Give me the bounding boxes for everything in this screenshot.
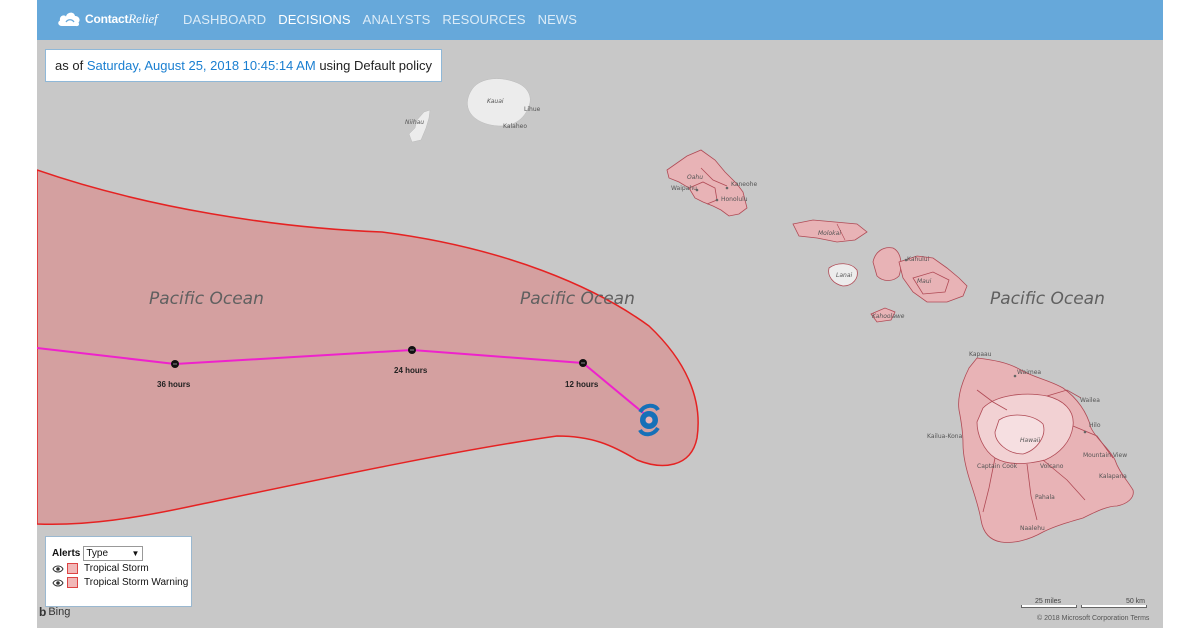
bing-b-icon: b: [39, 605, 47, 619]
dropdown-arrow-icon: ▼: [131, 549, 140, 558]
scale-miles-bar: [1021, 605, 1077, 608]
island-label-hawaii: Hawaii: [1020, 437, 1041, 444]
place-label: Kalapana: [1099, 473, 1127, 480]
place-label: Mountain View: [1083, 452, 1128, 459]
island-label-niihau: Niihau: [405, 119, 425, 126]
main-nav: DASHBOARD DECISIONS ANALYSTS RESOURCES N…: [183, 12, 589, 27]
as-of-prefix: as of: [55, 58, 84, 73]
legend-item-label: Tropical Storm: [84, 563, 149, 574]
place-label: Pahala: [1035, 494, 1055, 501]
bing-logo-text: Bing: [48, 606, 71, 618]
island-label-molokai: Molokai: [818, 230, 842, 237]
place-label: Captain Cook: [977, 463, 1018, 470]
scale-miles-label: 25 miles: [1034, 598, 1062, 605]
scale-km-bar: [1081, 605, 1147, 608]
nav-news[interactable]: NEWS: [538, 12, 577, 27]
track-label-12h: 12 hours: [565, 380, 599, 389]
copyright-text: © 2018 Microsoft Corporation: [1037, 615, 1129, 622]
alert-type-select[interactable]: Type ▼: [83, 546, 144, 561]
eye-icon[interactable]: [52, 578, 64, 588]
alerts-legend: Alerts Type ▼ Tropical Storm Tropical St…: [45, 536, 192, 607]
legend-item: Tropical Storm Warning: [52, 577, 188, 588]
island-niihau: [408, 109, 431, 143]
place-label: Naalehu: [1020, 525, 1045, 532]
nav-analysts[interactable]: ANALYSTS: [363, 12, 431, 27]
place-label: Volcano: [1040, 463, 1064, 470]
app-logo[interactable]: ContactRelief: [57, 10, 158, 28]
place-label: Honolulu: [721, 196, 748, 203]
place-label: Waipahu: [671, 185, 697, 192]
eye-icon[interactable]: [52, 564, 64, 574]
scale-bar-miles: 25 miles: [1021, 598, 1077, 608]
ocean-label: Pacific Ocean: [990, 289, 1105, 309]
map-copyright: © 2018 Microsoft Corporation Terms: [1037, 615, 1149, 622]
tropical-storm-swatch: [67, 563, 78, 574]
app-window: ContactRelief DASHBOARD DECISIONS ANALYS…: [37, 0, 1163, 628]
place-label: Kalaheo: [503, 123, 528, 130]
nav-dashboard[interactable]: DASHBOARD: [183, 12, 266, 27]
place-label: Kaneohe: [731, 181, 758, 188]
island-label-kahoolawe: Kahoolawe: [872, 313, 905, 320]
map-canvas[interactable]: Pacific Ocean Pacific Ocean Pacific Ocea…: [37, 40, 1163, 628]
alert-type-select-value: Type: [86, 548, 109, 559]
storm-forecast-cone[interactable]: [37, 169, 699, 526]
island-label-maui: Maui: [917, 278, 932, 285]
place-label: Waimea: [1017, 369, 1042, 376]
place-label: Lihue: [524, 106, 541, 113]
as-of-banner: as of Saturday, August 25, 2018 10:45:14…: [45, 49, 443, 82]
nav-decisions[interactable]: DECISIONS: [278, 12, 350, 27]
legend-item: Tropical Storm: [52, 563, 149, 574]
track-label-36h: 36 hours: [157, 380, 191, 389]
top-navbar: ContactRelief DASHBOARD DECISIONS ANALYS…: [37, 0, 1163, 40]
island-label-lanai: Lanai: [836, 272, 853, 279]
cloud-logo-icon: [58, 12, 80, 27]
as-of-datetime-link[interactable]: Saturday, August 25, 2018 10:45:14 AM: [87, 58, 316, 73]
nav-resources[interactable]: RESOURCES: [442, 12, 525, 27]
place-label: Kahului: [907, 256, 930, 263]
legend-item-label: Tropical Storm Warning: [84, 577, 189, 588]
place-label: Kapaau: [969, 351, 992, 358]
logo-text: ContactRelief: [85, 11, 158, 27]
island-label-kauai: Kauai: [487, 98, 504, 105]
ocean-label: Pacific Ocean: [520, 289, 635, 309]
ocean-label: Pacific Ocean: [149, 289, 264, 309]
island-hawaii[interactable]: [958, 357, 1134, 543]
alerts-legend-title: Alerts: [52, 548, 81, 559]
logo-text-italic: Relief: [128, 11, 158, 26]
scale-bar-km: 50 km: [1081, 598, 1147, 608]
island-label-oahu: Oahu: [687, 174, 704, 181]
logo-text-bold: Contact: [85, 12, 129, 26]
as-of-suffix: using Default policy: [319, 58, 433, 73]
terms-link[interactable]: Terms: [1130, 615, 1149, 622]
scale-km-label: 50 km: [1125, 598, 1145, 605]
bing-logo[interactable]: b Bing: [39, 605, 70, 619]
track-label-24h: 24 hours: [394, 366, 428, 375]
map-svg: [37, 78, 1134, 543]
place-label: Kailua-Kona: [927, 433, 963, 440]
tropical-storm-warning-swatch: [67, 577, 78, 588]
place-label: Wailea: [1080, 397, 1100, 404]
place-label: Hilo: [1089, 422, 1101, 429]
